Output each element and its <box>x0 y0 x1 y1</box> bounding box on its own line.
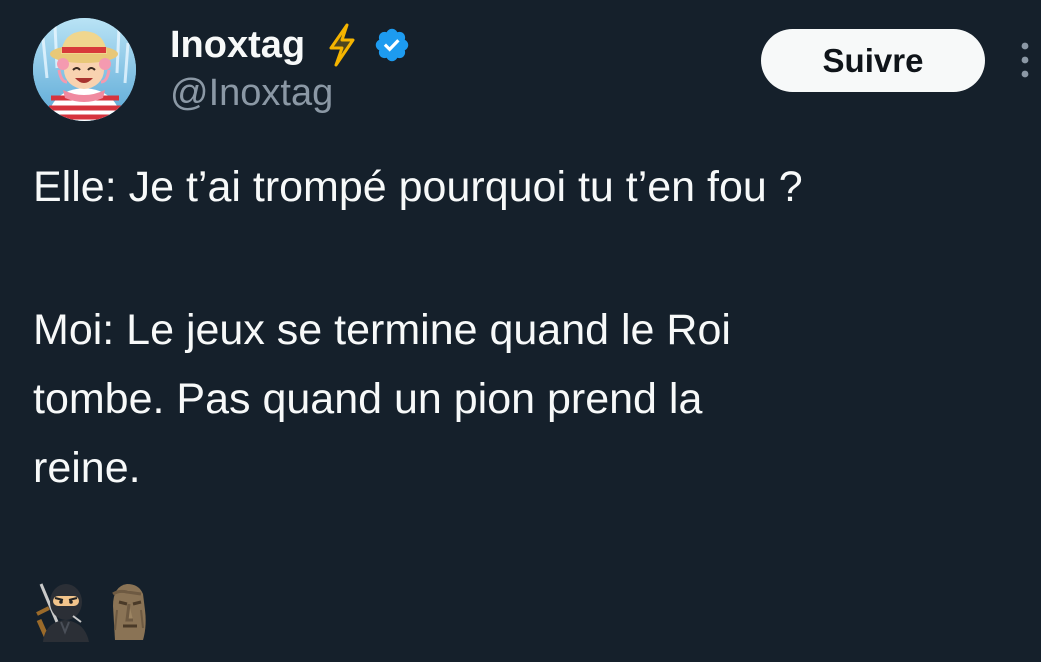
emoji-row <box>33 578 159 644</box>
tweet-text-line: Moi: Le jeux se termine quand le Roi <box>33 306 731 354</box>
moai-emoji <box>105 580 159 642</box>
verified-badge-icon[interactable] <box>373 26 411 64</box>
author-name-row: Inoxtag <box>170 20 411 70</box>
tweet-card: Inoxtag @Inoxtag Suivre Elle: Je t’ai tr… <box>0 0 1041 662</box>
tweet-text-line: reine. <box>33 444 141 492</box>
follow-button[interactable]: Suivre <box>761 29 985 92</box>
lightning-bolt-icon <box>327 23 357 67</box>
display-name[interactable]: Inoxtag <box>170 24 305 67</box>
tweet-text-line-1: Elle: Je t’ai trompé pourquoi tu t’en fo… <box>33 163 803 211</box>
author-handle[interactable]: @Inoxtag <box>170 72 333 115</box>
ninja-emoji <box>33 580 105 642</box>
tweet-text-paragraph-2: Moi: Le jeux se termine quand le Roi tom… <box>33 296 731 503</box>
more-vertical-icon[interactable] <box>1015 40 1035 82</box>
avatar[interactable] <box>33 18 136 121</box>
tweet-text-line: tombe. Pas quand un pion prend la <box>33 375 703 423</box>
